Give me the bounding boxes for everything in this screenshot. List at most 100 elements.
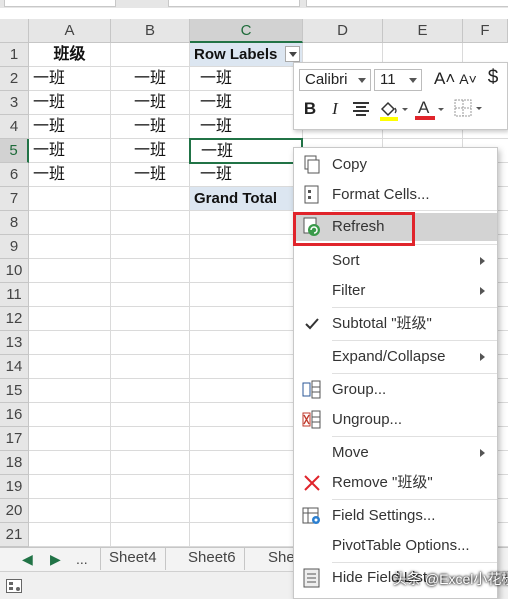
row-header[interactable]: 6 [0,163,29,187]
formula-input-extension[interactable] [306,0,508,7]
cell-b4[interactable]: 一班 [111,115,190,139]
group-icon [302,380,321,399]
row-header[interactable]: 9 [0,235,29,259]
menu-item-copy[interactable]: Copy [294,151,497,179]
row-header[interactable]: 14 [0,355,29,379]
align-center-icon[interactable] [352,101,370,117]
pivot-row-labels-text: Row Labels [194,46,278,63]
font-name-select[interactable]: Calibri [299,69,371,91]
menu-separator [332,307,497,308]
submenu-arrow-icon [480,257,485,265]
row-header[interactable]: 13 [0,331,29,355]
submenu-arrow-icon [480,287,485,295]
menu-item-remove[interactable]: Remove "班级" [294,469,497,497]
menu-item-format-cells[interactable]: Format Cells... [294,181,497,209]
chevron-down-icon [358,78,366,83]
scroll-tabs-left-icon[interactable]: ◀ [22,551,33,568]
pivot-item[interactable]: 一班 [190,91,303,115]
row-header[interactable]: 15 [0,379,29,403]
name-box[interactable] [4,0,116,7]
pivot-item-active-cell[interactable]: 一班 [189,138,303,164]
row-header[interactable]: 19 [0,475,29,499]
menu-separator [332,562,497,563]
menu-separator [332,340,497,341]
row-header[interactable]: 1 [0,43,29,67]
shrink-font-button[interactable]: A˅ [458,69,478,89]
row-header[interactable]: 18 [0,451,29,475]
menu-item-label: Ungroup... [332,411,403,428]
pivot-item[interactable]: 一班 [190,67,303,91]
menu-item-label: Filter [332,282,366,299]
row-header[interactable]: 12 [0,307,29,331]
cell-a1[interactable]: 班级 [29,43,111,67]
bold-button[interactable]: B [301,99,319,119]
select-all-corner[interactable] [0,19,29,43]
cell-a4[interactable]: 一班 [29,115,111,139]
cell-b3[interactable]: 一班 [111,91,190,115]
pivot-item[interactable]: 一班 [190,163,303,187]
column-header-a[interactable]: A [29,19,111,43]
row-header[interactable]: 7 [0,187,29,211]
row-header[interactable]: 16 [0,403,29,427]
menu-item-label: Move [332,444,369,461]
row-header[interactable]: 3 [0,91,29,115]
row-header[interactable]: 17 [0,427,29,451]
cell-a6[interactable]: 一班 [29,163,111,187]
submenu-arrow-icon [480,353,485,361]
cell-a2[interactable]: 一班 [29,67,111,91]
menu-separator [332,373,497,374]
tab-sheet6[interactable]: Sheet6 [180,548,245,570]
borders-icon[interactable] [454,99,484,119]
scroll-tabs-right-icon[interactable]: ▶ [50,551,61,568]
menu-item-filter[interactable]: Filter [294,277,497,305]
font-size-select[interactable]: 11 [374,69,422,91]
row-header[interactable]: 10 [0,259,29,283]
cell-b2[interactable]: 一班 [111,67,190,91]
menu-item-ungroup[interactable]: Ungroup... [294,406,497,434]
menu-item-pivottable-options[interactable]: PivotTable Options... [294,532,497,560]
watermark-text: 头条 @Excel小花椒 [393,571,508,587]
filter-dropdown-icon[interactable] [285,46,300,62]
column-header-d[interactable]: D [303,19,383,43]
cell-b5[interactable]: 一班 [111,139,190,163]
row-header[interactable]: 4 [0,115,29,139]
row-header[interactable]: 2 [0,67,29,91]
row-header[interactable]: 21 [0,523,29,547]
currency-button[interactable]: $ [484,68,502,88]
column-header-e[interactable]: E [383,19,463,43]
formula-input[interactable] [168,0,300,7]
row-header[interactable]: 11 [0,283,29,307]
menu-item-group[interactable]: Group... [294,376,497,404]
row-header[interactable]: 8 [0,211,29,235]
remove-x-icon [304,475,320,491]
cell-a3[interactable]: 一班 [29,91,111,115]
column-header-c[interactable]: C [190,19,303,43]
column-header-f[interactable]: F [463,19,508,43]
menu-item-sort[interactable]: Sort [294,247,497,275]
font-size-value: 11 [380,71,396,88]
pivot-grand-total[interactable]: Grand Total [190,187,303,211]
menu-item-move[interactable]: Move [294,439,497,467]
italic-button[interactable]: I [326,99,344,119]
menu-item-field-settings[interactable]: Field Settings... [294,502,497,530]
fill-color-icon[interactable] [378,99,408,121]
cell-a5[interactable]: 一班 [29,139,111,163]
cell-b6[interactable]: 一班 [111,163,190,187]
font-color-icon[interactable]: A [414,98,444,121]
tab-sheet4[interactable]: Sheet4 [100,548,166,570]
row-header[interactable]: 5 [0,139,29,163]
field-settings-icon [302,507,320,524]
menu-item-label: Subtotal "班级" [332,315,432,332]
menu-item-label: PivotTable Options... [332,537,470,554]
menu-separator [332,499,497,500]
pivot-row-labels-header[interactable]: Row Labels [190,43,303,67]
column-header-b[interactable]: B [111,19,190,43]
grow-font-button[interactable]: A˄ [434,69,455,89]
row-header[interactable]: 20 [0,499,29,523]
menu-item-subtotal[interactable]: Subtotal "班级" [294,310,497,338]
svg-text:A: A [418,98,430,117]
pivot-item[interactable]: 一班 [190,115,303,139]
macro-record-icon[interactable] [6,579,22,593]
more-sheets-ellipsis[interactable]: ... [76,551,88,567]
menu-item-expand-collapse[interactable]: Expand/Collapse [294,343,497,371]
